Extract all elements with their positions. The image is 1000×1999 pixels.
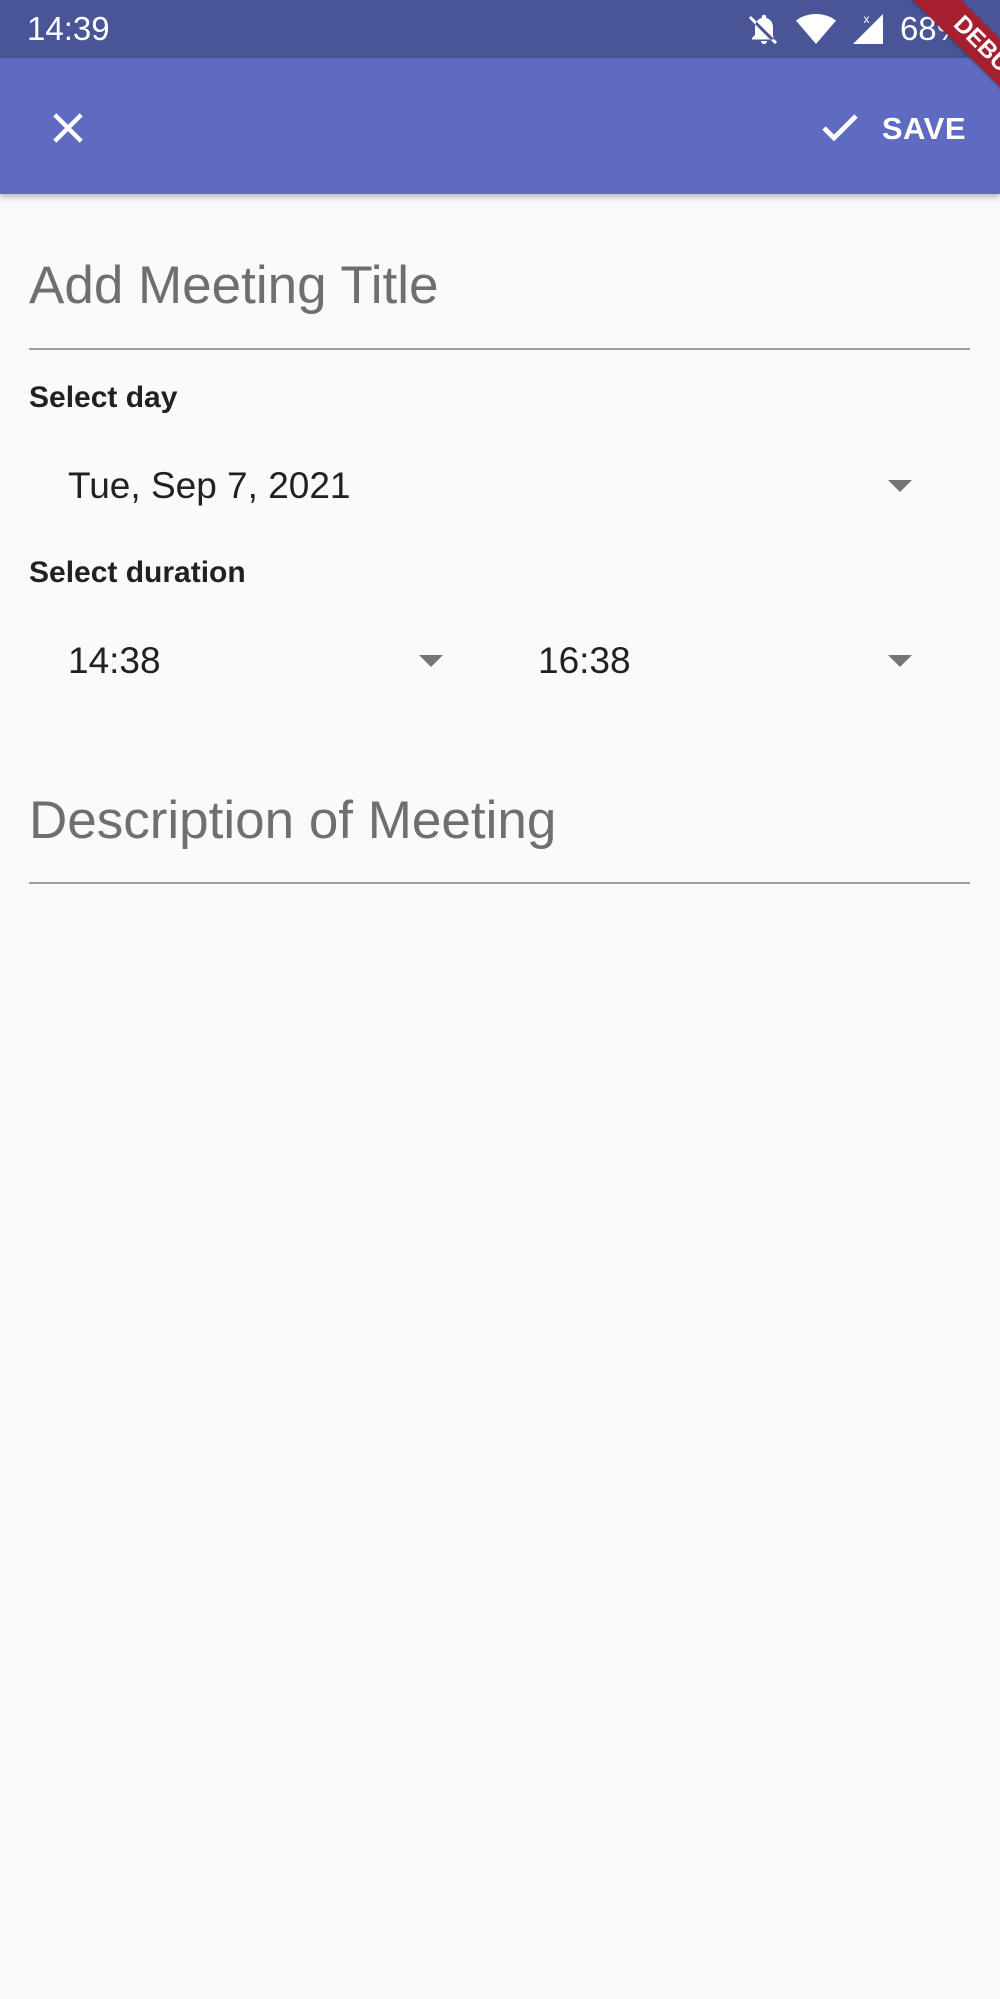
save-button[interactable]: SAVE <box>816 94 966 164</box>
description-input[interactable] <box>29 785 970 855</box>
arrow-drop-down-icon <box>419 655 443 667</box>
end-time-dropdown[interactable]: 16:38 <box>538 626 922 696</box>
description-underline <box>29 882 970 884</box>
notifications-off-icon <box>746 11 782 47</box>
status-icons: x 68% <box>746 8 966 50</box>
title-underline <box>29 348 970 350</box>
day-value: Tue, Sep 7, 2021 <box>68 465 351 506</box>
select-duration-label: Select duration <box>29 556 246 589</box>
close-icon <box>48 108 88 153</box>
arrow-drop-down-icon <box>888 655 912 667</box>
close-button[interactable] <box>30 92 106 168</box>
meeting-title-input[interactable] <box>29 250 970 320</box>
meeting-title-field <box>29 250 970 320</box>
select-day-label: Select day <box>29 381 178 414</box>
arrow-drop-down-icon <box>888 480 912 492</box>
description-field <box>29 785 970 855</box>
svg-text:x: x <box>863 12 869 26</box>
start-time-value: 14:38 <box>68 640 161 681</box>
check-icon <box>816 103 864 156</box>
app-bar: SAVE <box>0 58 1000 194</box>
wifi-icon <box>795 12 836 46</box>
day-dropdown[interactable]: Tue, Sep 7, 2021 <box>68 451 922 521</box>
start-time-dropdown[interactable]: 14:38 <box>68 626 453 696</box>
save-label: SAVE <box>881 111 966 146</box>
status-time: 14:39 <box>27 10 110 47</box>
status-bar: 14:39 x 68% <box>0 0 1000 58</box>
end-time-value: 16:38 <box>538 640 631 681</box>
battery-level: 68% <box>899 10 966 47</box>
signal-icon: x <box>850 11 886 47</box>
